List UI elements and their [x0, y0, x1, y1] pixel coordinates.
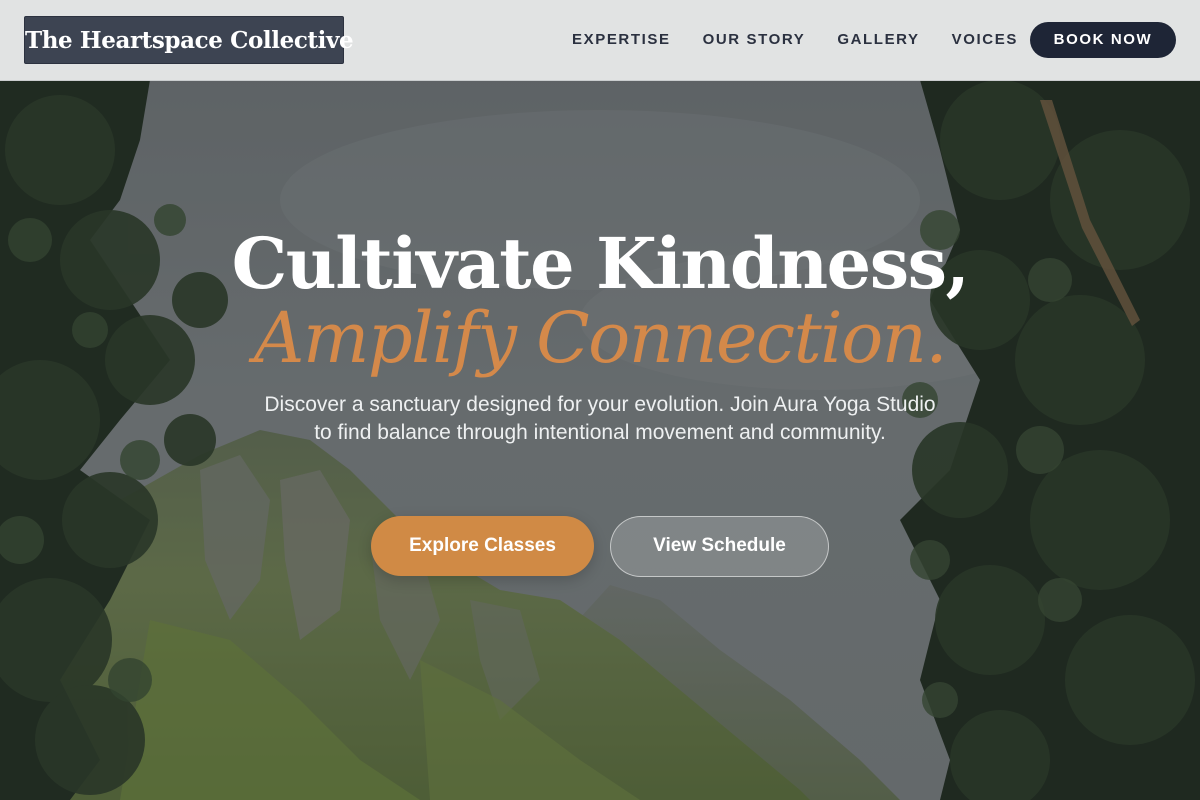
hero-title: Cultivate Kindness,: [231, 222, 970, 305]
brand-logo[interactable]: The Heartspace Collective: [24, 16, 354, 64]
book-now-button[interactable]: BOOK NOW: [1030, 22, 1176, 58]
hero-accent-title: Amplify Connection.: [253, 297, 948, 379]
hero-subtitle: Discover a sanctuary designed for your e…: [264, 393, 936, 444]
view-schedule-button[interactable]: View Schedule: [610, 516, 829, 577]
explore-classes-button[interactable]: Explore Classes: [371, 516, 594, 576]
nav-link-our-story[interactable]: OUR STORY: [687, 22, 822, 58]
nav-link-gallery[interactable]: GALLERY: [821, 22, 935, 58]
nav-link-voices[interactable]: VOICES: [936, 22, 1034, 58]
site-header: The Heartspace Collective EXPERTISE OUR …: [0, 0, 1200, 81]
nav-link-expertise[interactable]: EXPERTISE: [556, 22, 687, 58]
main-nav: EXPERTISE OUR STORY GALLERY VOICES: [556, 22, 1034, 58]
